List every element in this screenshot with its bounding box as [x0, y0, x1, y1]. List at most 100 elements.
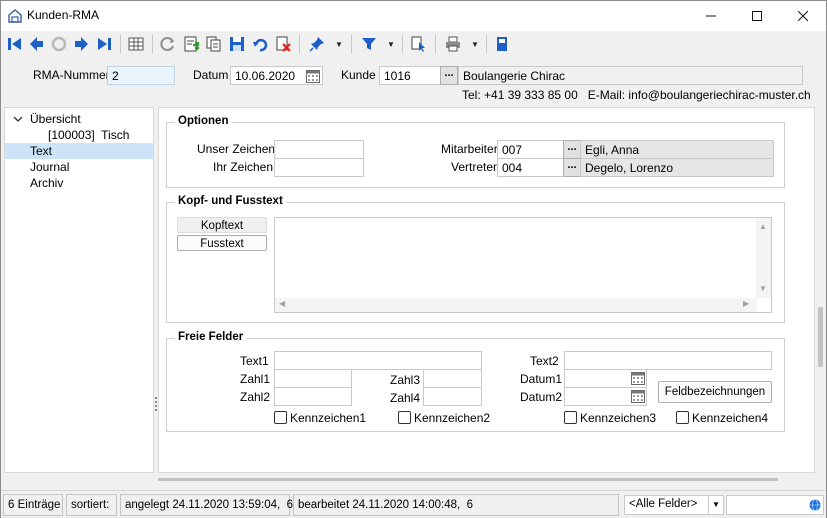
- mitarbeiter-field[interactable]: 007: [497, 140, 565, 159]
- kopf-fusstext-title: Kopf- und Fusstext: [175, 195, 286, 207]
- freie-felder-group: Freie Felder Text1 Text2 Zahl1 Zahl3 Dat…: [166, 331, 785, 432]
- rma-window: Kunden-RMA ▼ ▼ ▼ RMA-Nummer 2 Datum 10.0…: [0, 0, 827, 518]
- editor-hscrollbar[interactable]: ◀ ▶: [275, 298, 757, 312]
- search-globe-icon[interactable]: [809, 499, 821, 514]
- zahl3-field[interactable]: [423, 369, 482, 388]
- main-vscroll-thumb[interactable]: [818, 307, 823, 367]
- kunde-label: Kunde: [341, 68, 376, 82]
- kunde-field[interactable]: 1016: [379, 66, 441, 85]
- optionen-title: Optionen: [175, 115, 232, 127]
- delete-record-icon[interactable]: [273, 34, 293, 54]
- zahl3-label: Zahl3: [390, 373, 421, 387]
- kunde-lookup-button[interactable]: ...: [440, 66, 458, 85]
- zahl4-label: Zahl4: [390, 391, 421, 405]
- filter-dropdown-icon[interactable]: ▼: [387, 40, 395, 49]
- minimize-button[interactable]: [688, 1, 734, 31]
- pin-icon[interactable]: [307, 34, 327, 54]
- edited-status: bearbeitet 24.11.2020 14:00:48, 6: [293, 494, 619, 516]
- toolbar-separator: [486, 35, 487, 53]
- status-bar: 6 Einträge sortiert: angelegt 24.11.2020…: [1, 490, 826, 518]
- ihr-zeichen-label: Ihr Zeichen: [213, 160, 274, 174]
- copy-record-icon[interactable]: [204, 34, 224, 54]
- kennzeichen3-checkbox[interactable]: [564, 411, 577, 424]
- previous-record-icon[interactable]: [27, 34, 47, 54]
- refresh-icon[interactable]: [158, 34, 178, 54]
- fusstext-button[interactable]: Fusstext: [177, 235, 267, 251]
- sort-status: sortiert:: [66, 494, 117, 516]
- mitarbeiter-name-field: Egli, Anna: [580, 140, 774, 159]
- kennzeichen1-label: Kennzeichen1: [290, 411, 367, 425]
- print-dropdown-icon[interactable]: ▼: [471, 40, 479, 49]
- vertreter-lookup-button[interactable]: ...: [563, 158, 581, 177]
- tree-item-archiv[interactable]: Archiv: [30, 175, 63, 191]
- scroll-up-icon[interactable]: ▲: [759, 222, 767, 231]
- scroll-down-icon[interactable]: ▼: [759, 284, 767, 293]
- toolbar-separator: [299, 35, 300, 53]
- zahl2-field[interactable]: [274, 387, 352, 406]
- filter-icon[interactable]: [359, 34, 379, 54]
- document-cursor-icon[interactable]: [409, 34, 429, 54]
- datum2-calendar-icon[interactable]: [630, 388, 646, 404]
- search-field-dropdown-icon[interactable]: ▼: [708, 495, 724, 515]
- zahl1-field[interactable]: [274, 369, 352, 388]
- kennzeichen4-checkbox[interactable]: [676, 411, 689, 424]
- maximize-button[interactable]: [734, 1, 780, 31]
- last-record-icon[interactable]: [94, 34, 114, 54]
- kennzeichen2-label: Kennzeichen2: [414, 411, 491, 425]
- toolbar-separator: [402, 35, 403, 53]
- text-page: Optionen Unser Zeichen Ihr Zeichen Mitar…: [158, 107, 815, 473]
- tree-item-position[interactable]: [100003] Tisch: [48, 127, 129, 143]
- datum1-calendar-icon[interactable]: [630, 370, 646, 386]
- next-record-icon[interactable]: [71, 34, 91, 54]
- close-button[interactable]: [780, 1, 826, 31]
- phone-book-icon[interactable]: [492, 34, 512, 54]
- toolbar-separator: [435, 35, 436, 53]
- print-icon[interactable]: [443, 34, 463, 54]
- main-vscrollbar[interactable]: [815, 107, 826, 473]
- main-hscrollbar[interactable]: [4, 475, 815, 483]
- collapse-chevron-icon[interactable]: [13, 113, 23, 127]
- scroll-left-icon[interactable]: ◀: [279, 299, 285, 308]
- kennzeichen2-checkbox[interactable]: [398, 411, 411, 424]
- kopftext-button[interactable]: Kopftext: [177, 217, 267, 233]
- zahl4-field[interactable]: [423, 387, 482, 406]
- vertreter-field[interactable]: 004: [497, 158, 565, 177]
- ihr-zeichen-field[interactable]: [274, 158, 364, 177]
- pin-dropdown-icon[interactable]: ▼: [335, 40, 343, 49]
- kopf-fusstext-group: Kopf- und Fusstext Kopftext Fusstext ▲ ▼…: [166, 195, 785, 323]
- optionen-group: Optionen Unser Zeichen Ihr Zeichen Mitar…: [166, 115, 785, 188]
- kunde-contact-line: Tel: +41 39 333 85 00 E-Mail: info@boula…: [462, 88, 811, 102]
- editor-vscrollbar[interactable]: ▲ ▼: [756, 218, 771, 298]
- undo-icon[interactable]: [250, 34, 270, 54]
- unser-zeichen-field[interactable]: [274, 140, 364, 159]
- splitter-grip: [155, 397, 157, 411]
- datum1-label: Datum1: [520, 372, 563, 386]
- main-hscroll-thumb[interactable]: [158, 478, 778, 481]
- entries-count: 6 Einträge: [3, 494, 63, 516]
- tree-item-journal[interactable]: Journal: [30, 159, 69, 175]
- header-fields: RMA-Nummer 2 Datum 10.06.2020 Kunde 1016…: [1, 58, 826, 104]
- first-record-icon[interactable]: [5, 34, 25, 54]
- table-view-icon[interactable]: [126, 34, 146, 54]
- text-editor[interactable]: ▲ ▼ ◀ ▶: [274, 217, 772, 313]
- rma-number-label: RMA-Nummer: [33, 68, 110, 82]
- search-field-value: <Alle Felder>: [629, 498, 698, 510]
- text2-field[interactable]: [564, 351, 772, 370]
- kennzeichen4-label: Kennzeichen4: [692, 411, 769, 425]
- search-field-select[interactable]: <Alle Felder>: [624, 495, 709, 515]
- tree-item-uebersicht[interactable]: Übersicht: [30, 111, 81, 127]
- tree-item-text[interactable]: Text: [5, 143, 153, 159]
- kennzeichen1-checkbox[interactable]: [274, 411, 287, 424]
- datum-label: Datum: [193, 68, 229, 82]
- toolbar: ▼ ▼ ▼: [1, 31, 826, 57]
- scroll-right-icon[interactable]: ▶: [743, 299, 749, 308]
- text1-field[interactable]: [274, 351, 482, 370]
- new-record-icon[interactable]: [181, 34, 201, 54]
- calendar-icon[interactable]: [305, 68, 321, 84]
- mitarbeiter-lookup-button[interactable]: ...: [563, 140, 581, 159]
- rma-number-field[interactable]: 2: [107, 66, 175, 85]
- feldbezeichnungen-button[interactable]: Feldbezeichnungen: [658, 381, 772, 403]
- zahl1-label: Zahl1: [240, 372, 271, 386]
- mitarbeiter-label: Mitarbeiter: [441, 142, 498, 156]
- save-icon[interactable]: [227, 34, 247, 54]
